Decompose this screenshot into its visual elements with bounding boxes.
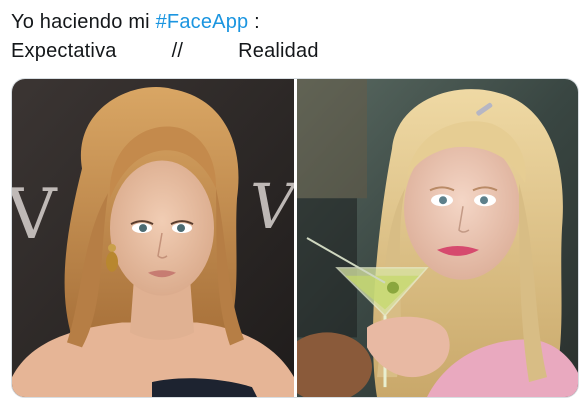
svg-text:V: V — [250, 171, 294, 243]
image-reality[interactable] — [297, 79, 578, 397]
tweet-text: Yo haciendo mi #FaceApp : Expectativa // R… — [11, 8, 581, 66]
caption-expectation: Expectativa — [11, 40, 117, 62]
portrait-left-illustration: V V — [12, 79, 294, 397]
caption-reality: Realidad — [238, 40, 319, 62]
tweet-line-2: Expectativa // Realidad — [11, 37, 581, 66]
backdrop-letter-left: V — [12, 174, 58, 255]
tweet-suffix: : — [248, 11, 260, 33]
tweet-line-1: Yo haciendo mi #FaceApp : — [11, 8, 581, 37]
hashtag-link[interactable]: #FaceApp — [156, 11, 249, 33]
portrait-right-illustration — [297, 79, 578, 397]
image-expectation[interactable]: V V — [12, 79, 294, 397]
caption-separator: // — [171, 40, 184, 62]
media-grid[interactable]: V V — [11, 78, 579, 398]
tweet-prefix: Yo haciendo mi — [11, 11, 156, 33]
